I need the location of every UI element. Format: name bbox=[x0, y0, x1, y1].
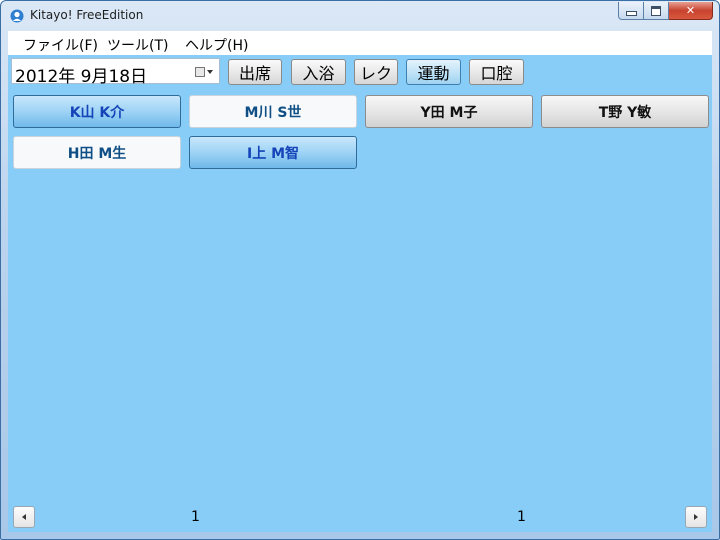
exercise-button[interactable]: 運動 bbox=[406, 59, 461, 85]
client-area: ファイル(F) ツール(T) ヘルプ(H) 2012年 9月18日 出席 入浴 … bbox=[8, 31, 712, 532]
arrow-left-icon bbox=[22, 514, 26, 520]
calendar-dropdown-button[interactable] bbox=[195, 65, 215, 79]
person-button[interactable]: H田 M生 bbox=[13, 136, 181, 169]
window-title: Kitayo! FreeEdition bbox=[30, 8, 144, 22]
person-button[interactable]: T野 Y敏 bbox=[541, 95, 709, 128]
calendar-icon bbox=[195, 67, 205, 77]
date-value: 2012年 9月18日 bbox=[15, 67, 148, 87]
menu-help[interactable]: ヘルプ(H) bbox=[185, 35, 248, 55]
person-button[interactable]: Y田 M子 bbox=[365, 95, 533, 128]
person-button[interactable]: I上 M智 bbox=[189, 136, 357, 169]
maximize-icon bbox=[651, 5, 661, 16]
close-icon: ✕ bbox=[685, 4, 696, 17]
app-window: Kitayo! FreeEdition ✕ ファイル(F) ツール(T) ヘルプ… bbox=[0, 0, 720, 540]
prev-page-button[interactable] bbox=[13, 506, 35, 528]
page-number-left: 1 bbox=[191, 509, 200, 525]
maximize-button[interactable] bbox=[644, 2, 669, 20]
chevron-down-icon bbox=[207, 70, 213, 74]
person-button[interactable]: M川 S世 bbox=[189, 95, 357, 128]
minimize-icon bbox=[625, 11, 637, 16]
page-number-right: 1 bbox=[517, 509, 526, 525]
title-bar[interactable]: Kitayo! FreeEdition ✕ bbox=[1, 1, 719, 31]
minimize-button[interactable] bbox=[618, 2, 644, 20]
menu-tools[interactable]: ツール(T) bbox=[107, 35, 168, 55]
bath-button[interactable]: 入浴 bbox=[291, 59, 346, 85]
close-button[interactable]: ✕ bbox=[669, 2, 713, 20]
app-icon bbox=[10, 9, 24, 23]
next-page-button[interactable] bbox=[685, 506, 707, 528]
person-button[interactable]: K山 K介 bbox=[13, 95, 181, 128]
arrow-right-icon bbox=[694, 514, 698, 520]
attendance-button[interactable]: 出席 bbox=[228, 59, 282, 85]
toolbar: 2012年 9月18日 出席 入浴 レク 運動 口腔 bbox=[8, 55, 712, 89]
recreation-button[interactable]: レク bbox=[354, 59, 398, 85]
menu-file[interactable]: ファイル(F) bbox=[23, 35, 98, 55]
oral-care-button[interactable]: 口腔 bbox=[469, 59, 524, 85]
menu-bar: ファイル(F) ツール(T) ヘルプ(H) bbox=[8, 31, 712, 55]
date-picker[interactable]: 2012年 9月18日 bbox=[11, 58, 220, 87]
